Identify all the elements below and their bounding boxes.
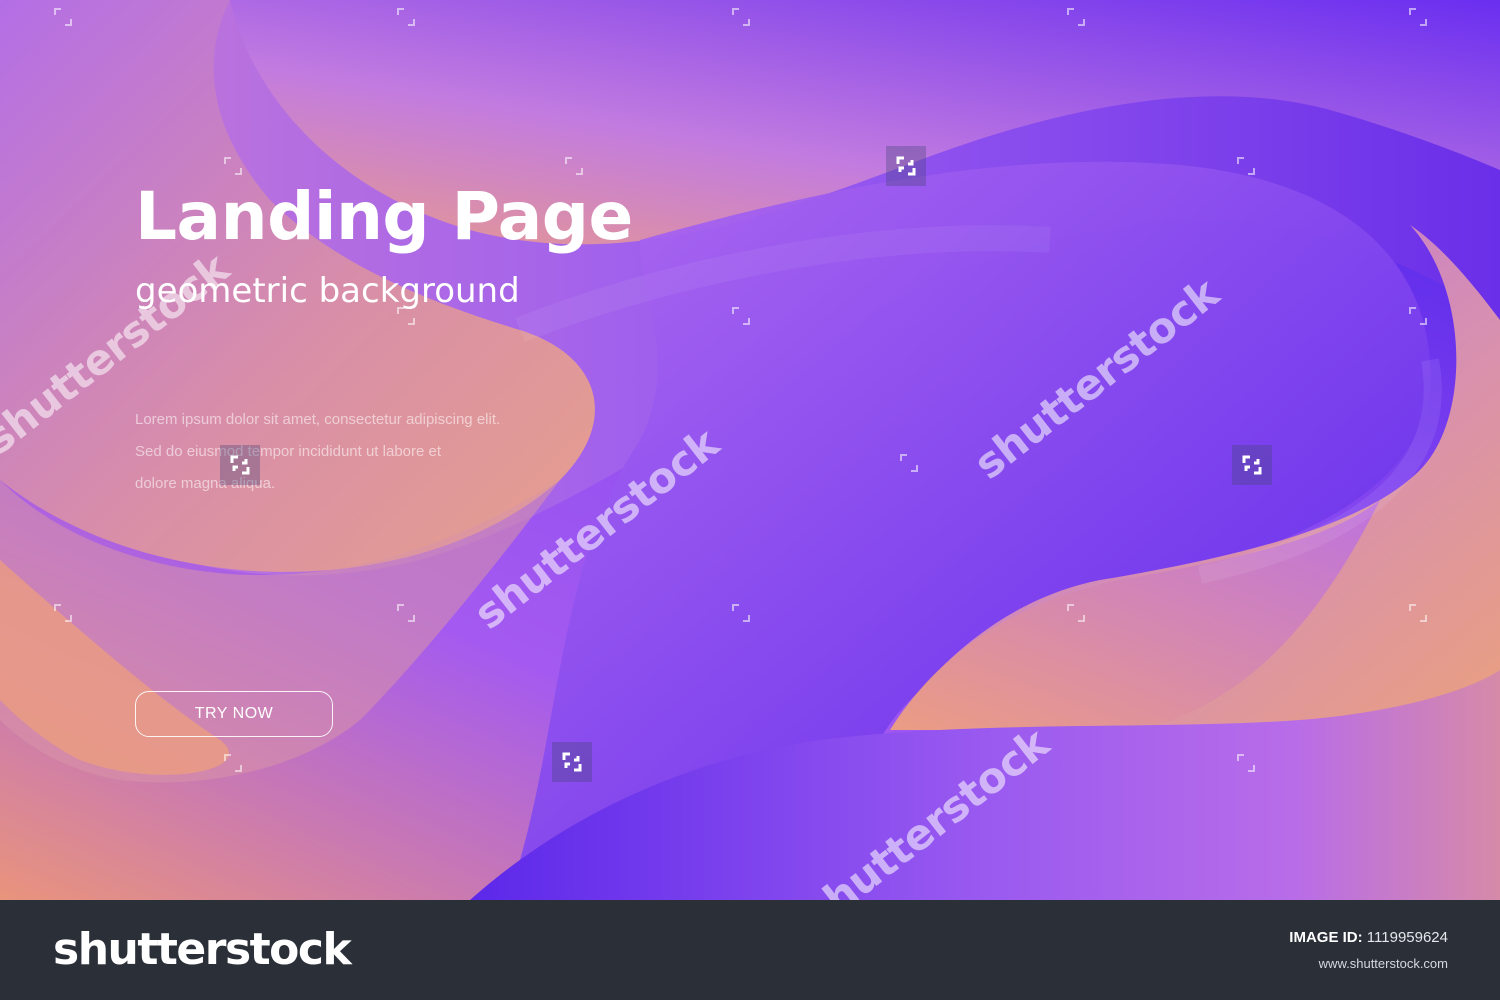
footer-url[interactable]: www.shutterstock.com: [1319, 956, 1448, 971]
page-title: Landing Page: [135, 178, 633, 255]
body-copy: Lorem ipsum dolor sit amet, consectetur …: [135, 404, 555, 500]
body-line: Lorem ipsum dolor sit amet, consectetur …: [135, 411, 501, 428]
body-line: dolore magna aliqua.: [135, 475, 276, 492]
body-line: Sed do eiusmod tempor incididunt ut labo…: [135, 443, 442, 460]
image-id-value: 1119959624: [1366, 929, 1448, 946]
page-subtitle: geometric background: [135, 271, 520, 311]
shutterstock-logo: shutterstock: [53, 924, 352, 975]
image-id-label: IMAGE ID:: [1289, 929, 1363, 946]
footer-bar: shutterstock IMAGE ID: 1119959624 www.sh…: [0, 900, 1500, 1000]
image-id: IMAGE ID: 1119959624: [1289, 929, 1448, 946]
hero-artboard: Landing Page geometric background Lorem …: [0, 0, 1500, 900]
hero-heading-group: Landing Page geometric background: [135, 172, 755, 314]
try-now-button[interactable]: TRY NOW: [135, 691, 333, 737]
